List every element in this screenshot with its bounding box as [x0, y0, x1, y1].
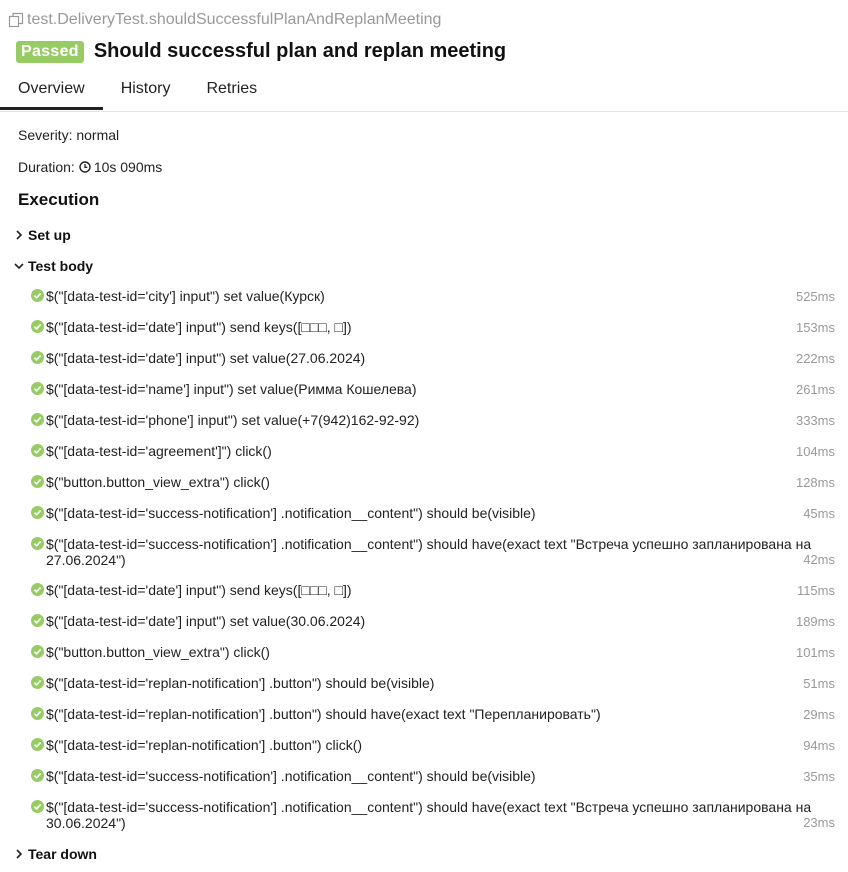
step-row[interactable]: $("[data-test-id='success-notification']…	[0, 529, 848, 575]
tab-retries[interactable]: Retries	[188, 70, 275, 110]
step-name: $("[data-test-id='date'] input") set val…	[46, 350, 366, 366]
step-row[interactable]: $("button.button_view_extra") click() 101…	[0, 637, 848, 668]
step-duration: 333ms	[795, 413, 835, 428]
step-duration: 45ms	[803, 506, 835, 521]
check-circle-icon	[31, 583, 44, 596]
step-row[interactable]: $("[data-test-id='replan-notification'] …	[0, 699, 848, 730]
test-body-steps: $("[data-test-id='city'] input") set val…	[0, 281, 848, 838]
step-row[interactable]: $("[data-test-id='success-notification']…	[0, 498, 848, 529]
step-row[interactable]: $("[data-test-id='date'] input") send ke…	[0, 312, 848, 343]
tab-overview[interactable]: Overview	[0, 70, 103, 110]
check-circle-icon	[31, 769, 44, 782]
check-circle-icon	[31, 444, 44, 457]
step-duration: 94ms	[803, 738, 835, 753]
check-circle-icon	[31, 382, 44, 395]
step-row[interactable]: $("[data-test-id='success-notification']…	[0, 761, 848, 792]
check-circle-icon	[31, 506, 44, 519]
check-circle-icon	[31, 707, 44, 720]
step-duration: 101ms	[795, 645, 835, 660]
duration-value: 10s 090ms	[93, 159, 163, 175]
step-name: $("[data-test-id='success-notification']…	[46, 768, 536, 784]
step-name: $("[data-test-id='success-notification']…	[46, 536, 812, 568]
step-name: $("[data-test-id='replan-notification'] …	[46, 737, 363, 753]
test-full-name-text: test.DeliveryTest.shouldSuccessfulPlanAn…	[27, 11, 442, 28]
step-duration: 29ms	[803, 707, 835, 722]
step-duration: 115ms	[796, 583, 835, 598]
set-up-group[interactable]: Set up	[12, 227, 71, 243]
step-duration: 153ms	[795, 320, 835, 335]
step-duration: 128ms	[795, 475, 835, 490]
step-name: $("button.button_view_extra") click()	[46, 644, 270, 660]
tab-history[interactable]: History	[103, 70, 189, 110]
step-row[interactable]: $("[data-test-id='date'] input") set val…	[0, 343, 848, 374]
step-name: $("[data-test-id='name'] input") set val…	[46, 381, 417, 397]
step-row[interactable]: $("button.button_view_extra") click() 128…	[0, 467, 848, 498]
step-row[interactable]: $("[data-test-id='city'] input") set val…	[0, 281, 848, 312]
check-circle-icon	[31, 320, 44, 333]
chevron-right-icon	[12, 847, 26, 861]
duration-label: Duration:	[18, 159, 75, 175]
check-circle-icon	[31, 475, 44, 488]
clock-icon	[79, 161, 91, 173]
step-name: $("[data-test-id='agreement']") click()	[46, 443, 272, 459]
check-circle-icon	[31, 800, 44, 813]
step-row[interactable]: $("[data-test-id='success-notification']…	[0, 792, 848, 838]
step-row[interactable]: $("[data-test-id='replan-notification'] …	[0, 730, 848, 761]
set-up-label: Set up	[28, 227, 71, 243]
chevron-right-icon	[12, 228, 26, 242]
severity-label: Severity:	[18, 127, 73, 143]
step-duration: 104ms	[795, 444, 835, 459]
test-full-name[interactable]: test.DeliveryTest.shouldSuccessfulPlanAn…	[8, 11, 441, 29]
check-circle-icon	[31, 413, 44, 426]
test-header: test.DeliveryTest.shouldSuccessfulPlanAn…	[0, 0, 848, 112]
step-duration: 35ms	[803, 769, 835, 784]
execution-title: Execution	[18, 190, 100, 209]
step-row[interactable]: $("[data-test-id='date'] input") send ke…	[0, 575, 848, 606]
check-circle-icon	[31, 676, 44, 689]
page-title: Should successful plan and replan meetin…	[93, 40, 507, 62]
step-row[interactable]: $("[data-test-id='name'] input") set val…	[0, 374, 848, 405]
check-circle-icon	[31, 537, 44, 550]
step-duration: 261ms	[795, 382, 835, 397]
status-badge: Passed	[16, 40, 84, 63]
step-row[interactable]: $("[data-test-id='phone'] input") set va…	[0, 405, 848, 436]
step-duration: 222ms	[795, 351, 835, 366]
step-name: $("[data-test-id='success-notification']…	[46, 799, 812, 831]
step-name: $("button.button_view_extra") click()	[46, 474, 270, 490]
severity-row: Severity: normal	[18, 127, 119, 143]
check-circle-icon	[31, 351, 44, 364]
check-circle-icon	[31, 289, 44, 302]
step-name: $("[data-test-id='city'] input") set val…	[46, 288, 325, 304]
chevron-down-icon	[12, 259, 26, 273]
tear-down-group[interactable]: Tear down	[12, 846, 97, 862]
step-row[interactable]: $("[data-test-id='replan-notification'] …	[0, 668, 848, 699]
step-duration: 51ms	[803, 676, 835, 691]
tear-down-label: Tear down	[28, 846, 97, 862]
step-name: $("[data-test-id='replan-notification'] …	[46, 675, 435, 691]
step-name: $("[data-test-id='date'] input") send ke…	[46, 319, 352, 335]
step-duration: 189ms	[795, 614, 835, 629]
test-body-label: Test body	[28, 258, 94, 274]
check-circle-icon	[31, 645, 44, 658]
step-duration: 23ms	[803, 815, 835, 830]
step-duration: 42ms	[803, 552, 835, 567]
step-name: $("[data-test-id='success-notification']…	[46, 505, 536, 521]
step-duration: 525ms	[795, 289, 835, 304]
copy-icon[interactable]	[8, 12, 24, 28]
step-row[interactable]: $("[data-test-id='agreement']") click() 1…	[0, 436, 848, 467]
step-name: $("[data-test-id='date'] input") set val…	[46, 613, 366, 629]
step-name: $("[data-test-id='replan-notification'] …	[46, 706, 601, 722]
duration-row: Duration: 10s 090ms	[18, 159, 162, 175]
severity-value: normal	[76, 127, 120, 143]
step-row[interactable]: $("[data-test-id='date'] input") set val…	[0, 606, 848, 637]
step-name: $("[data-test-id='date'] input") send ke…	[46, 582, 352, 598]
check-circle-icon	[31, 738, 44, 751]
check-circle-icon	[31, 614, 44, 627]
test-body-group[interactable]: Test body	[12, 258, 93, 274]
step-name: $("[data-test-id='phone'] input") set va…	[46, 412, 420, 428]
tab-bar: Overview History Retries	[0, 70, 275, 110]
